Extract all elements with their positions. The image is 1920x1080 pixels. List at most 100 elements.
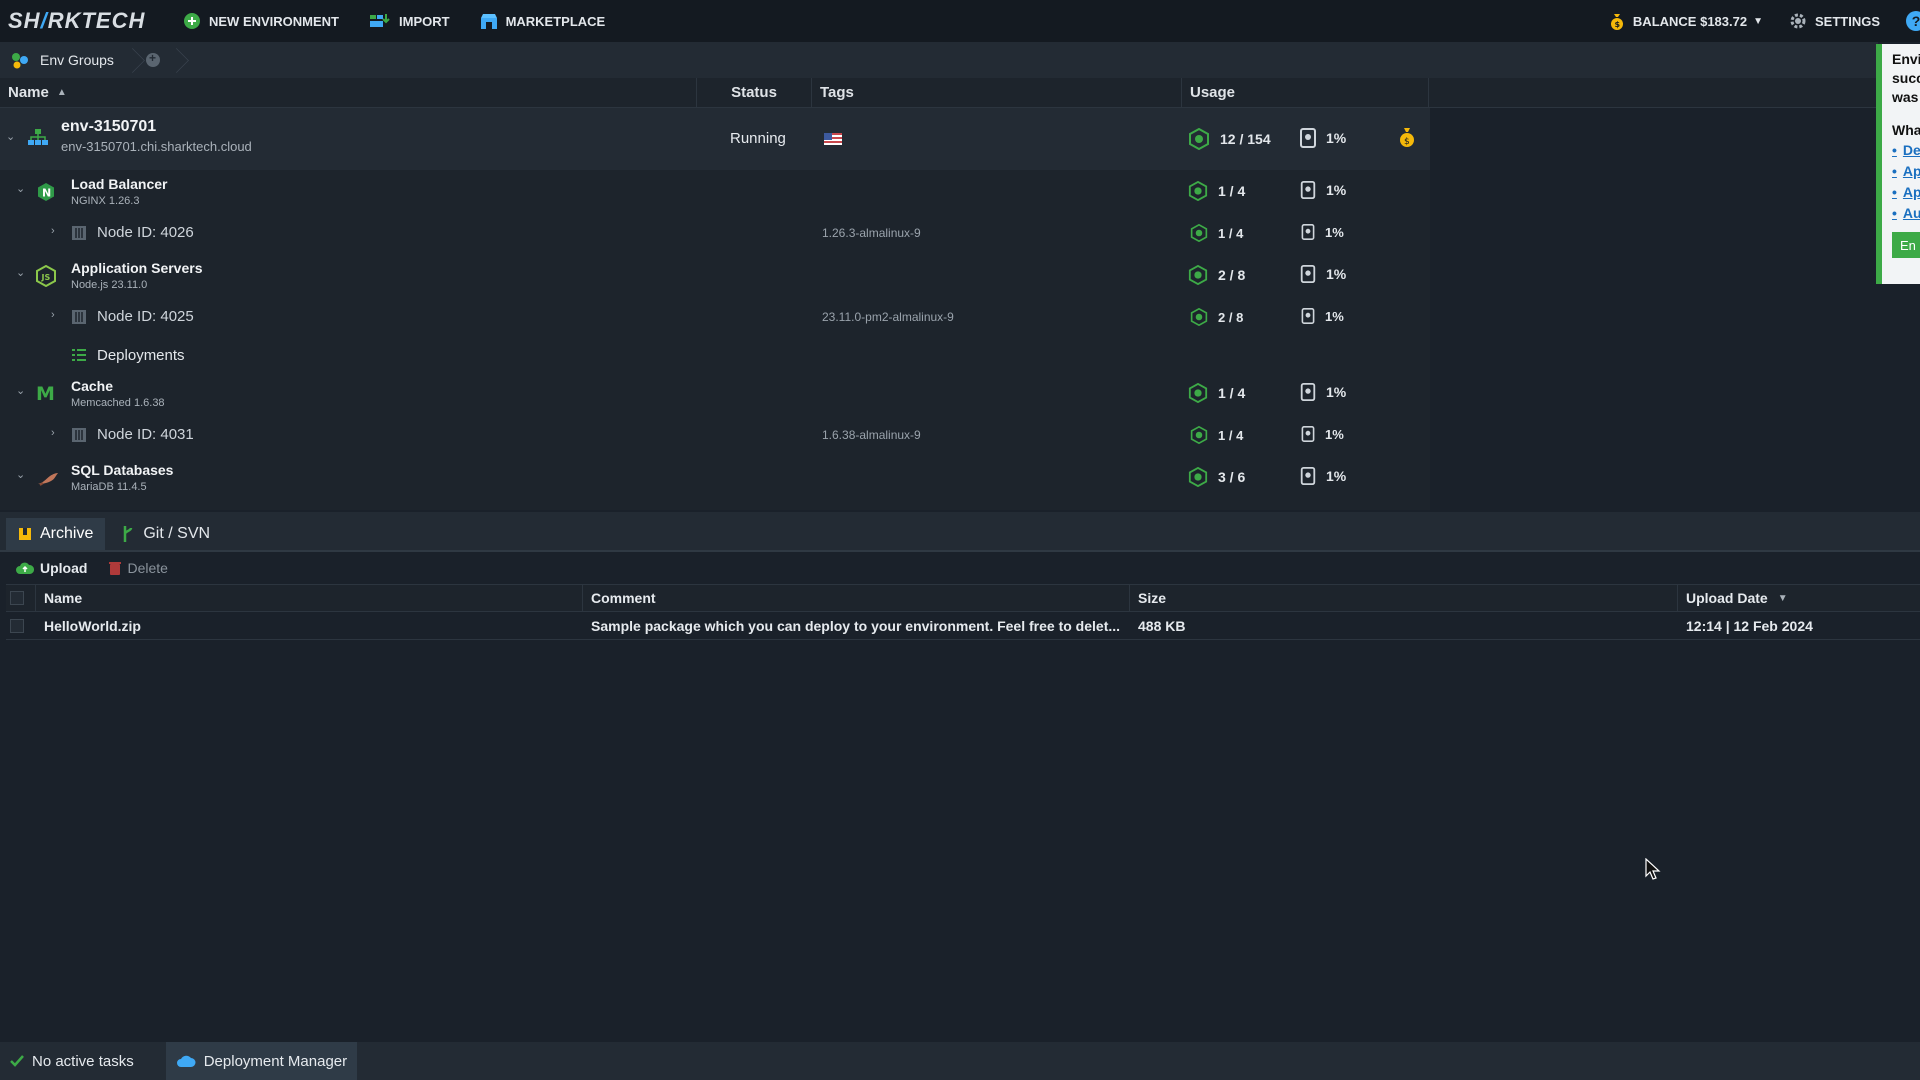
chevron-right-icon[interactable]: › — [51, 427, 55, 439]
check-icon — [10, 1055, 24, 1067]
svg-text:$: $ — [1404, 137, 1410, 147]
upload-date-column-header[interactable]: Upload Date ▼ — [1678, 585, 1920, 611]
tags-column-header[interactable]: Tags — [812, 78, 1182, 107]
disk-usage[interactable]: 1% — [1301, 426, 1344, 442]
node-group-row-sql-databases[interactable]: ⌄ SQL Databases MariaDB 11.4.5 3 / 6 1% — [0, 456, 1430, 498]
disk-usage[interactable]: 1% — [1300, 383, 1346, 401]
help-icon[interactable]: ? — [1906, 11, 1920, 31]
deployments-label[interactable]: Deployments — [97, 347, 185, 364]
import-button[interactable]: IMPORT — [369, 12, 450, 30]
settings-button[interactable]: SETTINGS — [1789, 12, 1880, 30]
node-group-row-application-servers[interactable]: ⌄ JS Application Servers Node.js 23.11.0… — [0, 254, 1430, 296]
comment-column-header[interactable]: Comment — [583, 585, 1130, 611]
disk-icon — [1300, 383, 1316, 401]
notification-link[interactable]: • De — [1882, 140, 1920, 161]
disk-usage[interactable]: 1% — [1300, 128, 1346, 148]
new-environment-button[interactable]: NEW ENVIRONMENT — [183, 12, 339, 30]
notification-heading: Wha — [1892, 122, 1920, 138]
tab-archive[interactable]: Archive — [6, 518, 106, 550]
env-groups-breadcrumb[interactable]: Env Groups — [0, 42, 124, 78]
cloudlet-icon — [1190, 308, 1208, 326]
disk-usage[interactable]: 1% — [1301, 224, 1344, 240]
group-subtitle: NGINX 1.26.3 — [71, 195, 140, 207]
node-id[interactable]: Node ID: 4025 — [97, 308, 194, 325]
tab-git-svn[interactable]: Git / SVN — [109, 518, 222, 550]
disk-usage[interactable]: 1% — [1300, 181, 1346, 199]
size-column-header[interactable]: Size — [1130, 585, 1678, 611]
group-title: Cache — [71, 378, 114, 394]
import-icon — [369, 12, 391, 30]
gear-icon — [1789, 12, 1807, 30]
notification-panel[interactable]: Envi succ was Wha •De •Ap •Ap •Au En — [1876, 44, 1920, 284]
environment-domain[interactable]: env-3150701.chi.sharktech.cloud — [61, 139, 252, 154]
nginx-icon: N — [36, 182, 56, 205]
grid-header: Name ▲ Status Tags Usage — [0, 78, 1920, 108]
chevron-down-icon[interactable]: ⌄ — [6, 130, 15, 143]
marketplace-button[interactable]: MARKETPLACE — [480, 12, 605, 30]
cloudlet-usage[interactable]: 1 / 4 — [1190, 224, 1243, 242]
chevron-right-icon[interactable]: › — [51, 309, 55, 321]
notification-link[interactable]: • Ap — [1882, 161, 1920, 182]
notification-text: Envi — [1892, 51, 1920, 67]
select-all-checkbox[interactable] — [10, 591, 24, 605]
cloudlet-icon — [1190, 224, 1208, 242]
archive-icon — [18, 527, 32, 541]
money-bag-icon: $ — [1609, 12, 1625, 30]
upload-button[interactable]: Upload — [16, 560, 87, 576]
cloudlet-usage[interactable]: 1 / 4 — [1188, 383, 1245, 403]
memcached-icon: M — [36, 383, 56, 405]
node-tag: 23.11.0-pm2-almalinux-9 — [822, 310, 954, 324]
chevron-down-icon[interactable]: ⌄ — [16, 266, 25, 279]
table-row[interactable]: HelloWorld.zip Sample package which you … — [6, 612, 1920, 640]
cloudlet-usage[interactable]: 1 / 4 — [1190, 426, 1243, 444]
deployments-row[interactable]: Deployments — [0, 338, 1430, 372]
cloudlet-usage[interactable]: 12 / 154 — [1188, 128, 1271, 150]
notification-link[interactable]: • Au — [1882, 203, 1920, 224]
row-checkbox[interactable] — [10, 618, 24, 633]
cloudlet-usage[interactable]: 2 / 8 — [1188, 265, 1245, 285]
node-group-row-cache[interactable]: ⌄ M Cache Memcached 1.6.38 1 / 4 1% — [0, 372, 1430, 414]
deployment-cloud-icon — [176, 1054, 196, 1068]
add-group-icon[interactable] — [145, 51, 160, 67]
billing-icon[interactable]: $ — [1398, 126, 1416, 151]
cloudlet-usage[interactable]: 1 / 4 — [1188, 181, 1245, 201]
tasks-status[interactable]: No active tasks — [0, 1042, 144, 1080]
disk-usage[interactable]: 1% — [1300, 265, 1346, 283]
chevron-right-icon[interactable]: › — [51, 225, 55, 237]
node-id[interactable]: Node ID: 4031 — [97, 426, 194, 443]
cloudlet-usage[interactable]: 2 / 8 — [1190, 308, 1243, 326]
us-flag-icon[interactable] — [824, 132, 842, 148]
chevron-down-icon[interactable]: ⌄ — [16, 468, 25, 481]
node-group-row-load-balancer[interactable]: ⌄ N Load Balancer NGINX 1.26.3 1 / 4 1% — [0, 170, 1430, 212]
disk-usage[interactable]: 1% — [1301, 308, 1344, 324]
node-row[interactable]: › Node ID: 4026 1.26.3-almalinux-9 1 / 4… — [0, 212, 1430, 254]
marketplace-icon — [480, 12, 498, 30]
chevron-down-icon[interactable]: ⌄ — [16, 182, 25, 195]
cloudlet-usage[interactable]: 3 / 6 — [1188, 467, 1245, 487]
usage-column-header[interactable]: Usage — [1182, 78, 1429, 107]
sort-asc-icon: ▲ — [56, 87, 67, 98]
balance-dropdown[interactable]: $ BALANCE $183.72 ▼ — [1609, 12, 1763, 30]
environment-row[interactable]: ⌄ env-3150701 env-3150701.chi.sharktech.… — [0, 108, 1430, 170]
cloudlet-icon — [1188, 467, 1208, 487]
disk-icon — [1301, 308, 1315, 324]
delete-button[interactable]: Delete — [109, 560, 168, 576]
deployment-manager-tab[interactable]: Deployment Manager — [165, 1042, 358, 1080]
status-column-header[interactable]: Status — [697, 78, 812, 107]
disk-usage[interactable]: 1% — [1300, 467, 1346, 485]
notification-link[interactable]: • Ap — [1882, 182, 1920, 203]
deployment-manager: Archive Git / SVN Upload Delete Name Com… — [0, 512, 1920, 1042]
environment-name[interactable]: env-3150701 — [61, 118, 252, 136]
name-column-header[interactable]: Name — [36, 585, 583, 611]
cloudlet-icon — [1188, 383, 1208, 403]
trash-icon — [109, 561, 122, 575]
node-id[interactable]: Node ID: 4026 — [97, 224, 194, 241]
notification-button[interactable]: En — [1892, 232, 1920, 258]
node-icon — [71, 427, 87, 446]
logo[interactable]: SH/RKTECH — [8, 8, 183, 34]
node-row[interactable]: › Node ID: 4025 23.11.0-pm2-almalinux-9 … — [0, 296, 1430, 338]
file-comment: Sample package which you can deploy to y… — [591, 617, 1121, 634]
name-column-header[interactable]: Name ▲ — [0, 78, 697, 107]
chevron-down-icon[interactable]: ⌄ — [16, 384, 25, 397]
node-row[interactable]: › Node ID: 4031 1.6.38-almalinux-9 1 / 4… — [0, 414, 1430, 456]
